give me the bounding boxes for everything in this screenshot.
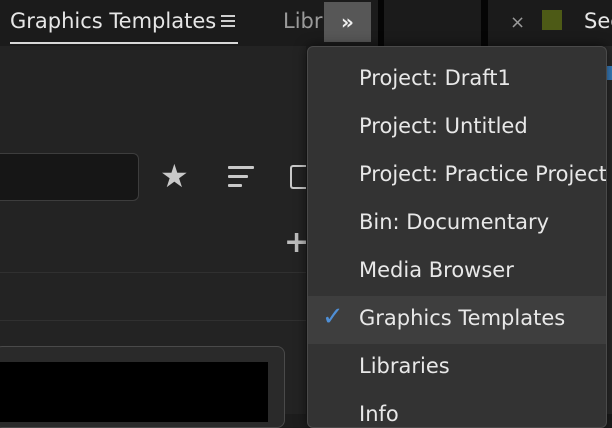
panel-divider[interactable]	[481, 0, 488, 46]
menu-item[interactable]: Project: Practice Project	[308, 152, 606, 200]
tab-graphics-templates[interactable]: Graphics Templates	[10, 9, 216, 33]
menu-item-label: Graphics Templates	[359, 306, 566, 330]
plus-icon[interactable]: +	[284, 225, 309, 260]
menu-item[interactable]: Info	[308, 392, 606, 427]
menu-item-label: Info	[359, 402, 399, 426]
menu-item[interactable]: Bin: Documentary	[308, 200, 606, 248]
search-input[interactable]	[0, 153, 139, 201]
tab-libraries[interactable]: Libra	[283, 9, 323, 33]
menu-item-label: Bin: Documentary	[359, 210, 550, 234]
checkmark-icon: ✓	[322, 302, 344, 332]
color-swatch	[542, 10, 562, 30]
menu-item[interactable]: Libraries	[308, 344, 606, 392]
menu-item-label: Media Browser	[359, 258, 514, 282]
menu-item-label: Project: Draft1	[359, 66, 511, 90]
star-icon[interactable]: ★	[160, 157, 189, 195]
menu-item-label: Libraries	[359, 354, 450, 378]
new-item-icon[interactable]	[290, 165, 306, 189]
divider	[0, 272, 306, 273]
list-view-icon[interactable]	[228, 166, 254, 193]
panel-overflow-menu: Project: Draft1 Project: Untitled Project:…	[307, 46, 607, 428]
panel-divider[interactable]	[378, 0, 384, 46]
panel-menu-icon[interactable]	[221, 15, 235, 27]
template-thumbnail-preview	[0, 362, 268, 422]
tab-overflow-button[interactable]: »	[324, 2, 371, 42]
divider	[0, 320, 306, 321]
close-tab-icon[interactable]: ×	[510, 12, 525, 33]
menu-item[interactable]: ✓ Graphics Templates	[308, 296, 606, 344]
menu-item[interactable]: Media Browser	[308, 248, 606, 296]
active-tab-underline	[10, 42, 238, 44]
menu-item-label: Project: Practice Project	[359, 162, 607, 186]
menu-item[interactable]: Project: Draft1	[308, 56, 606, 104]
tab-sequence[interactable]: Sec	[584, 9, 612, 33]
menu-item[interactable]: Project: Untitled	[308, 104, 606, 152]
menu-item-label: Project: Untitled	[359, 114, 528, 138]
